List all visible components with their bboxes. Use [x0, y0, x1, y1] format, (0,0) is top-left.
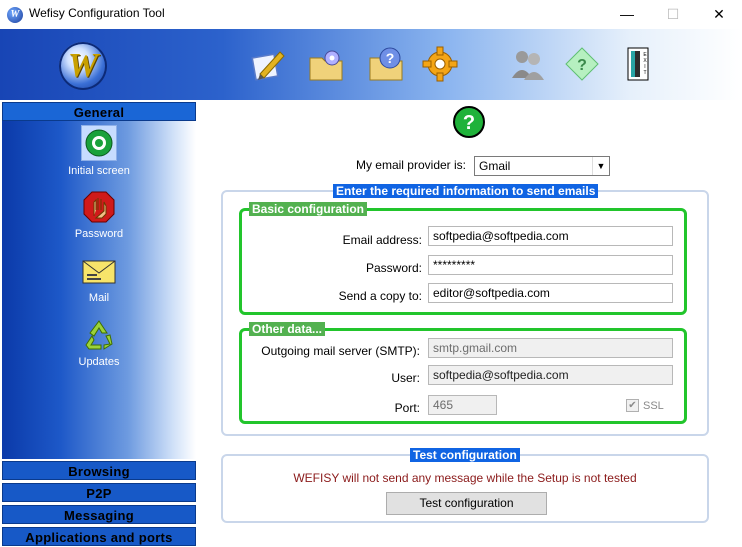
- help-icon[interactable]: ?: [452, 105, 486, 139]
- sidebar-item-label: Initial screen: [68, 165, 130, 177]
- sidebar-section-browsing[interactable]: Browsing: [2, 461, 196, 480]
- provider-label: My email provider is:: [355, 158, 466, 172]
- copy-field[interactable]: editor@softpedia.com: [428, 283, 673, 303]
- help-icon[interactable]: ?: [562, 44, 602, 84]
- required-info-legend: Enter the required information to send e…: [333, 184, 599, 198]
- chevron-down-icon: ▼: [592, 157, 609, 175]
- sidebar-item-label: Updates: [78, 356, 120, 368]
- maximize-button[interactable]: ☐: [650, 0, 696, 29]
- basic-config-legend: Basic configuration: [249, 202, 368, 216]
- settings-folder-icon[interactable]: [306, 44, 346, 84]
- sidebar-section-general[interactable]: General: [2, 102, 196, 121]
- other-data-legend: Other data...: [249, 322, 326, 336]
- password-hand-icon: [82, 190, 116, 224]
- sidebar-item-updates[interactable]: Updates: [2, 318, 196, 368]
- mail-envelope-icon: [82, 254, 116, 288]
- password-label: Password:: [365, 261, 422, 275]
- wefisy-logo: W: [59, 42, 107, 90]
- exit-icon[interactable]: E X I T: [618, 44, 658, 84]
- app-icon[interactable]: W: [7, 7, 23, 23]
- test-warning-text: WEFISY will not send any message while t…: [293, 471, 637, 485]
- close-button[interactable]: ✕: [696, 0, 742, 29]
- sidebar-section-p2p[interactable]: P2P: [2, 483, 196, 502]
- copy-label: Send a copy to:: [338, 289, 422, 303]
- sidebar-item-label: Password: [74, 228, 124, 240]
- updates-recycle-icon: [82, 318, 116, 352]
- minimize-button[interactable]: —: [604, 0, 650, 29]
- port-label: Port:: [394, 401, 420, 415]
- provider-select[interactable]: Gmail ▼: [474, 156, 610, 176]
- email-field[interactable]: softpedia@softpedia.com: [428, 226, 673, 246]
- smtp-field[interactable]: smtp.gmail.com: [428, 338, 673, 358]
- sidebar-item-initial-screen[interactable]: Initial screen: [2, 125, 196, 177]
- svg-text:?: ?: [577, 57, 587, 74]
- user-field[interactable]: softpedia@softpedia.com: [428, 365, 673, 385]
- port-field[interactable]: 465: [428, 395, 497, 415]
- svg-text:T: T: [643, 70, 646, 76]
- ssl-label: SSL: [643, 400, 664, 412]
- password-field[interactable]: *********: [428, 255, 673, 275]
- sidebar-item-mail[interactable]: Mail: [2, 254, 196, 304]
- svg-text:?: ?: [463, 112, 475, 134]
- gear-icon[interactable]: [420, 44, 460, 84]
- initial-screen-icon: [81, 125, 117, 161]
- smtp-label: Outgoing mail server (SMTP):: [261, 344, 420, 358]
- svg-text:?: ?: [386, 50, 395, 66]
- provider-value: Gmail: [479, 159, 511, 173]
- edit-icon[interactable]: [248, 44, 288, 84]
- sidebar-section-applications-and-ports[interactable]: Applications and ports: [2, 527, 196, 546]
- user-label: User:: [391, 371, 420, 385]
- sidebar-item-password[interactable]: Password: [2, 190, 196, 240]
- help-folder-icon[interactable]: ?: [366, 44, 406, 84]
- email-label: Email address:: [342, 233, 422, 247]
- sidebar-section-messaging[interactable]: Messaging: [2, 505, 196, 524]
- test-configuration-button[interactable]: Test configuration: [386, 492, 547, 515]
- test-config-legend: Test configuration: [410, 448, 520, 462]
- ssl-checkbox[interactable]: ✔: [626, 399, 639, 412]
- sidebar-item-label: Mail: [88, 292, 110, 304]
- users-icon[interactable]: [508, 44, 548, 84]
- window-title: Wefisy Configuration Tool: [29, 6, 165, 20]
